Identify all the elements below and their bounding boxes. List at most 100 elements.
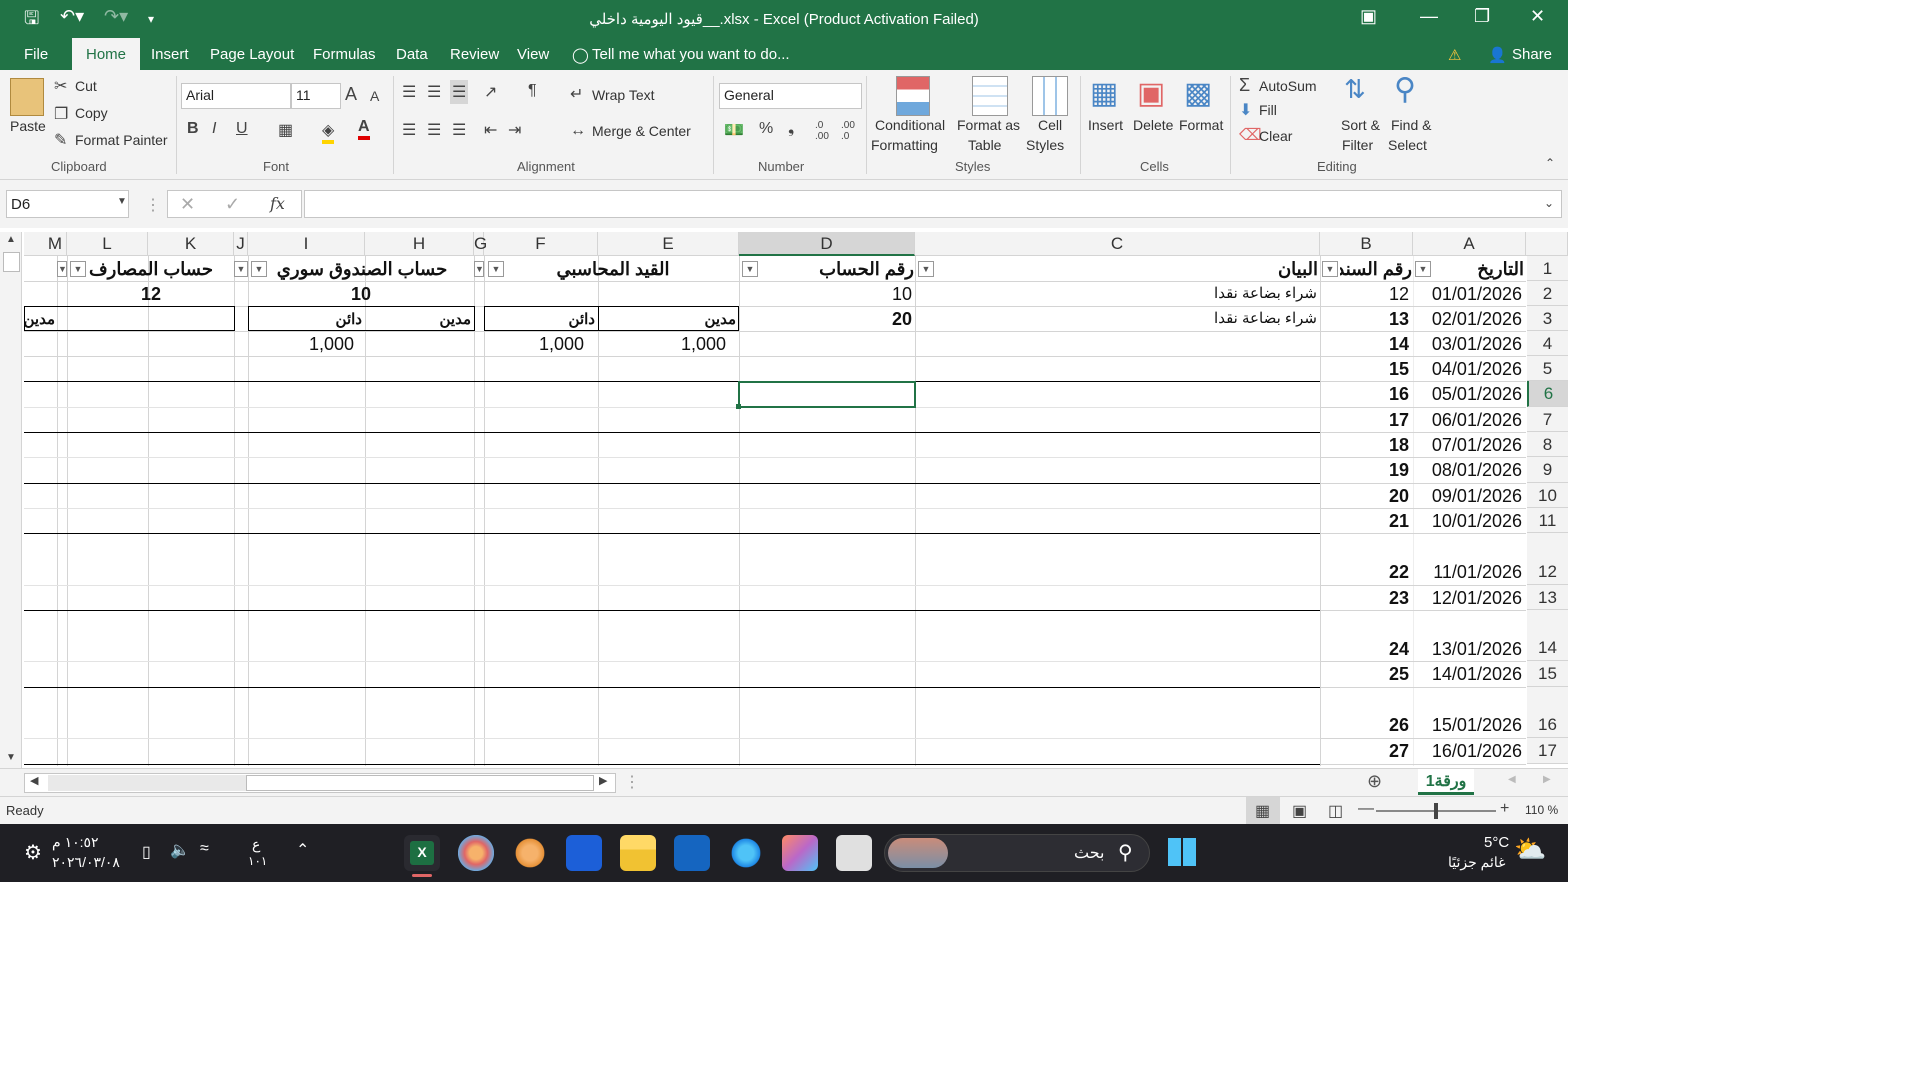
outlook-taskbar-icon[interactable]	[674, 835, 710, 871]
fill-color-icon[interactable]: ◈	[322, 120, 335, 144]
row-header-8[interactable]: 8	[1527, 432, 1568, 457]
autosum-icon[interactable]: Σ	[1239, 75, 1250, 96]
cell-c3[interactable]: شراء بضاعة نقدا	[920, 309, 1317, 327]
share-button[interactable]: Share	[1512, 46, 1552, 63]
cut-button[interactable]: Cut	[75, 78, 97, 94]
row-header-4[interactable]: 4	[1527, 331, 1568, 356]
weather-temperature[interactable]: 5°C	[1484, 834, 1509, 851]
delete-cells-icon[interactable]: ▣	[1137, 76, 1165, 111]
cell-a10[interactable]: 09/01/2026	[1418, 486, 1522, 507]
search-icon[interactable]: ⚲	[1118, 840, 1133, 865]
cell-b10[interactable]: 20	[1325, 486, 1409, 507]
row-header-14[interactable]: 14	[1527, 610, 1568, 661]
row-header-17[interactable]: 17	[1527, 738, 1568, 764]
align-bottom-icon[interactable]: ☰	[450, 80, 469, 104]
decrease-indent-icon[interactable]: ⇤	[484, 120, 497, 140]
cut-icon[interactable]: ✂	[54, 76, 67, 96]
fill-button[interactable]: Fill	[1259, 102, 1277, 118]
clock-time[interactable]: ١٠:٥٢ م	[52, 834, 99, 851]
row-header-2[interactable]: 2	[1527, 281, 1568, 306]
wrap-text-button[interactable]: Wrap Text	[592, 87, 655, 103]
tab-review[interactable]: Review	[450, 46, 499, 63]
language-indicator-2[interactable]: ١٠١	[248, 854, 267, 868]
next-sheet-icon[interactable]: ▶	[1543, 774, 1551, 785]
tab-data[interactable]: Data	[396, 46, 428, 63]
find-select-line2[interactable]: Select	[1388, 137, 1427, 153]
align-top-icon[interactable]: ☰	[402, 82, 416, 102]
cell-a11[interactable]: 10/01/2026	[1418, 511, 1522, 532]
filter-dropdown-icon[interactable]: ▼	[234, 261, 248, 277]
column-header-d[interactable]: D	[739, 232, 915, 256]
filter-dropdown-icon[interactable]: ▼	[474, 261, 484, 277]
file-explorer-taskbar-icon[interactable]	[620, 835, 656, 871]
rtl-icon[interactable]: ¶	[528, 82, 537, 100]
filter-dropdown-icon[interactable]: ▼	[1415, 261, 1431, 277]
column-header-h[interactable]: H	[365, 232, 474, 256]
cell-b8[interactable]: 18	[1325, 435, 1409, 456]
percent-button[interactable]: %	[759, 120, 773, 138]
firefox-taskbar-icon[interactable]	[512, 835, 548, 871]
column-header-k[interactable]: K	[148, 232, 234, 256]
zoom-out-icon[interactable]: —	[1358, 800, 1374, 818]
header-cash[interactable]: حساب الصندوق سوري	[268, 259, 456, 280]
tell-me-input[interactable]: Tell me what you want to do...	[592, 46, 790, 63]
row-header-12[interactable]: 12	[1527, 533, 1568, 585]
align-right-icon[interactable]: ☰	[452, 120, 466, 140]
comma-button[interactable]: ❟	[788, 120, 794, 138]
increase-indent-icon[interactable]: ⇥	[508, 120, 521, 140]
format-as-table-line1[interactable]: Format as	[957, 117, 1020, 133]
header-entry[interactable]: القيد المحاسبي	[504, 259, 722, 280]
insert-cells-icon[interactable]: ▦	[1090, 76, 1118, 111]
close-icon[interactable]: ✕	[1530, 6, 1545, 27]
cell-b7[interactable]: 17	[1325, 410, 1409, 431]
cell-b9[interactable]: 19	[1325, 460, 1409, 481]
row-header-16[interactable]: 16	[1527, 687, 1568, 738]
cell-styles-line1[interactable]: Cell	[1038, 117, 1062, 133]
cell-a17[interactable]: 16/01/2026	[1418, 741, 1522, 762]
cell-d3[interactable]: 20	[744, 309, 912, 330]
page-layout-view-icon[interactable]: ▣	[1292, 801, 1307, 821]
decrease-decimal-button[interactable]: .00 .0	[841, 120, 859, 142]
borders-icon[interactable]: ▦	[278, 120, 293, 140]
cell-f3[interactable]: دائن	[488, 310, 595, 328]
sort-filter-line1[interactable]: Sort &	[1341, 117, 1380, 133]
scroll-thumb[interactable]	[246, 775, 594, 791]
cell-f4[interactable]: 1,000	[488, 334, 584, 355]
cell-c2[interactable]: شراء بضاعة نقدا	[920, 284, 1317, 302]
tab-file[interactable]: File	[24, 46, 48, 63]
row-header-11[interactable]: 11	[1527, 508, 1568, 533]
conditional-formatting-icon[interactable]	[896, 76, 930, 116]
increase-decimal-button[interactable]: .0 .00	[815, 120, 833, 142]
zoom-in-icon[interactable]: +	[1500, 800, 1509, 818]
app-taskbar-icon[interactable]	[566, 835, 602, 871]
cell-h2[interactable]: 10	[252, 284, 470, 305]
restore-icon[interactable]: ❐	[1474, 6, 1490, 27]
conditional-formatting-line1[interactable]: Conditional	[875, 117, 945, 133]
column-header-a[interactable]: A	[1413, 232, 1526, 256]
cell-styles-icon[interactable]	[1032, 76, 1068, 116]
filter-dropdown-icon[interactable]: ▼	[251, 261, 267, 277]
share-icon[interactable]: 👤	[1488, 46, 1507, 64]
column-header-i[interactable]: I	[248, 232, 365, 256]
sort-filter-icon[interactable]: ⇅	[1344, 74, 1366, 105]
expand-formula-bar-icon[interactable]: ⌄	[1544, 196, 1554, 210]
cell-a14[interactable]: 13/01/2026	[1418, 639, 1522, 660]
merge-icon[interactable]: ↔	[570, 122, 586, 140]
underline-button[interactable]: U	[236, 120, 248, 138]
scroll-up-icon[interactable]: ▲	[6, 234, 16, 245]
sheet-tab-1[interactable]: ورقة1	[1418, 769, 1474, 795]
page-break-view-icon[interactable]: ◫	[1328, 801, 1343, 821]
search-placeholder[interactable]: بحث	[1074, 843, 1105, 863]
cell-a9[interactable]: 08/01/2026	[1418, 460, 1522, 481]
align-left-icon[interactable]: ☰	[402, 120, 416, 140]
align-center-icon[interactable]: ☰	[427, 120, 441, 140]
cell-k2[interactable]: 12	[70, 284, 232, 305]
warning-icon[interactable]: ⚠	[1448, 46, 1461, 64]
row-header-10[interactable]: 10	[1527, 483, 1568, 508]
cell-m3[interactable]: مدين	[24, 310, 55, 328]
row-header-13[interactable]: 13	[1527, 585, 1568, 610]
wifi-icon[interactable]: ≈	[200, 840, 209, 858]
column-header-e[interactable]: E	[598, 232, 739, 256]
format-cells-icon[interactable]: ▩	[1184, 76, 1212, 111]
cell-d2[interactable]: 10	[744, 284, 912, 305]
